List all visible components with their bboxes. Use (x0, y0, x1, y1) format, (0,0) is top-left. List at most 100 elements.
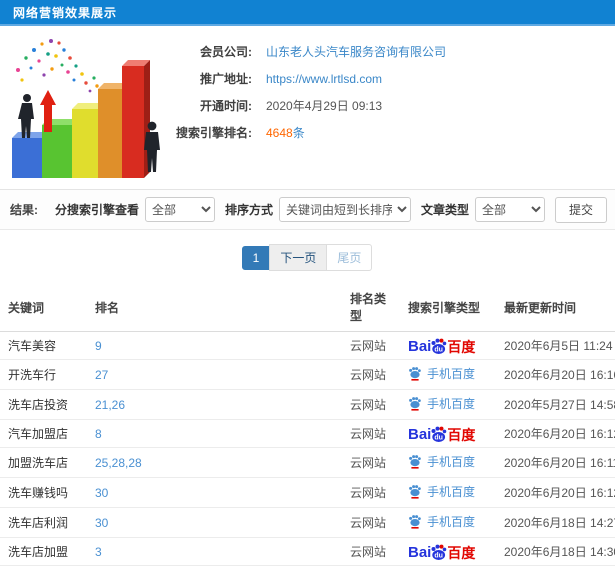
table-row: 开洗车行 27 云网站 手机百度 2020年6月20日 16:16 (0, 359, 615, 390)
table-row: 洗车店加盟 3 云网站 Bai du 百度 2020年6月18日 14:30 (0, 537, 615, 566)
baidu-pc-logo: Bai du 百度 (408, 337, 475, 354)
baidu-paw-icon: du (431, 338, 447, 354)
baidu-logo-cn-text: 百度 (447, 545, 476, 561)
update-time-cell: 2020年6月20日 16:16 (496, 359, 615, 390)
table-row: 汽车加盟店 8 云网站 Bai du 百度 2020年6月20日 16:12 (0, 419, 615, 448)
rank-type-cell: 云网站 (342, 447, 400, 478)
rank-count-value: 4648条 (266, 124, 305, 141)
mobile-baidu-paw-icon (409, 515, 421, 529)
pagination: 1 下一页 尾页 (0, 244, 615, 271)
table-row: 洗车店利润 30 云网站 手机百度 2020年6月18日 14:27 (0, 507, 615, 538)
svg-text:du: du (435, 346, 444, 353)
engine-type-cell: Bai du 百度 (400, 419, 496, 448)
engine-type-cell: Bai du 百度 (400, 331, 496, 360)
update-time-cell: 2020年6月5日 11:24 (496, 331, 615, 360)
baidu-logo-bai-text: Bai (408, 426, 432, 443)
baidu-logo-bai-text: Bai (408, 544, 432, 561)
pagination-last-button[interactable]: 尾页 (326, 244, 373, 271)
engine-type-cell: Bai du 百度 (400, 537, 496, 566)
table-row: 汽车美容 9 云网站 Bai du 百度 2020年6月5日 11:24 (0, 331, 615, 360)
table-row: 洗车赚钱吗 30 云网站 手机百度 2020年6月20日 16:12 (0, 477, 615, 508)
top-header-bar: 网络营销效果展示 (0, 0, 615, 26)
rank-cell[interactable]: 3 (87, 537, 342, 566)
update-time-cell: 2020年6月20日 16:11 (496, 447, 615, 478)
company-name-link[interactable]: 山东老人头汽车服务咨询有限公司 (266, 43, 446, 60)
article-type-select[interactable]: 全部 (474, 197, 545, 222)
info-row-url: 推广地址: https://www.lrtlsd.com (162, 65, 605, 92)
rank-cell[interactable]: 30 (87, 507, 342, 538)
confetti-dots (16, 39, 106, 96)
table-row: 加盟洗车店 25,28,28 云网站 手机百度 2020年6月20日 16:11 (0, 447, 615, 478)
results-label: 结果: (10, 203, 38, 217)
rank-type-cell: 云网站 (342, 537, 400, 566)
keyword-cell: 洗车店加盟 (0, 537, 87, 566)
keyword-cell: 洗车赚钱吗 (0, 477, 87, 508)
baidu-paw-icon: du (431, 544, 447, 560)
info-row-company: 会员公司: 山东老人头汽车服务咨询有限公司 (162, 38, 605, 65)
header-update-time: 最新更新时间 (496, 283, 615, 332)
rank-type-cell: 云网站 (342, 359, 400, 390)
company-label: 会员公司: (200, 45, 252, 59)
rank-type-cell: 云网站 (342, 419, 400, 448)
results-table: 关键词 排名 排名类型 搜索引擎类型 最新更新时间 汽车美容 9 云网站 Bai… (0, 283, 615, 566)
engine-type-cell: 手机百度 (400, 389, 496, 420)
pagination-next-button[interactable]: 下一页 (269, 244, 328, 271)
svg-text:du: du (435, 552, 444, 559)
engine-type-cell: 手机百度 (400, 359, 496, 390)
keyword-cell: 汽车加盟店 (0, 419, 87, 448)
mobile-baidu-paw-icon (409, 485, 421, 499)
rank-type-cell: 云网站 (342, 477, 400, 508)
info-row-open-time: 开通时间: 2020年4月29日 09:13 (162, 92, 605, 119)
svg-text:du: du (435, 434, 444, 441)
rank-cell[interactable]: 30 (87, 477, 342, 508)
keyword-cell: 开洗车行 (0, 359, 87, 390)
open-time-label: 开通时间: (200, 99, 252, 113)
rank-count-number: 4648 (266, 126, 293, 140)
rank-cell[interactable]: 27 (87, 359, 342, 390)
keyword-cell: 洗车店投资 (0, 389, 87, 420)
mobile-baidu-label: 手机百度 (427, 515, 476, 529)
baidu-pc-logo: Bai du 百度 (408, 543, 475, 560)
page-title: 网络营销效果展示 (13, 5, 118, 20)
promo-url-link[interactable]: https://www.lrtlsd.com (266, 72, 382, 86)
update-time-cell: 2020年6月20日 16:12 (496, 477, 615, 508)
table-header-row: 关键词 排名 排名类型 搜索引擎类型 最新更新时间 (0, 283, 615, 332)
member-info-section: 会员公司: 山东老人头汽车服务咨询有限公司 推广地址: https://www.… (0, 26, 615, 189)
baidu-paw-icon: du (431, 426, 447, 442)
keyword-cell: 洗车店利润 (0, 507, 87, 538)
mobile-baidu-paw-icon (409, 367, 421, 381)
header-engine-type: 搜索引擎类型 (400, 283, 496, 332)
mobile-baidu-label: 手机百度 (427, 455, 476, 469)
member-info-list: 会员公司: 山东老人头汽车服务咨询有限公司 推广地址: https://www.… (162, 28, 605, 189)
rank-cell[interactable]: 25,28,28 (87, 447, 342, 478)
filter-bar: 结果: 分搜索引擎查看 全部 排序方式 关键词由短到长排序 文章类型 全部 提交 (0, 189, 615, 230)
baidu-logo-cn-text: 百度 (447, 339, 476, 355)
rank-type-cell: 云网站 (342, 389, 400, 420)
mobile-baidu-paw-icon (409, 455, 421, 469)
baidu-logo-bai-text: Bai (408, 338, 432, 355)
info-row-rank-count: 搜索引擎排名: 4648条 (162, 119, 605, 146)
rank-type-cell: 云网站 (342, 507, 400, 538)
rank-cell[interactable]: 9 (87, 331, 342, 360)
baidu-logo-cn-text: 百度 (447, 427, 476, 443)
businessman-left (18, 94, 34, 138)
sort-filter-label: 排序方式 (224, 203, 273, 217)
rank-type-cell: 云网站 (342, 331, 400, 360)
mobile-baidu-badge: 手机百度 (408, 453, 475, 470)
update-time-cell: 2020年5月27日 14:58 (496, 389, 615, 420)
header-rank-type: 排名类型 (342, 283, 400, 332)
engine-type-cell: 手机百度 (400, 507, 496, 538)
engine-filter-select[interactable]: 全部 (144, 197, 215, 222)
engine-type-cell: 手机百度 (400, 447, 496, 478)
sort-filter-select[interactable]: 关键词由短到长排序 (278, 197, 411, 222)
growth-chart-illustration (4, 28, 162, 188)
submit-button[interactable]: 提交 (554, 196, 607, 223)
pagination-page-1[interactable]: 1 (241, 245, 271, 270)
rank-cell[interactable]: 21,26 (87, 389, 342, 420)
engine-filter-label: 分搜索引擎查看 (54, 203, 139, 217)
rank-cell[interactable]: 8 (87, 419, 342, 448)
mobile-baidu-paw-icon (409, 397, 421, 411)
mobile-baidu-badge: 手机百度 (408, 395, 475, 412)
article-type-filter-label: 文章类型 (420, 203, 469, 217)
mobile-baidu-badge: 手机百度 (408, 513, 475, 530)
